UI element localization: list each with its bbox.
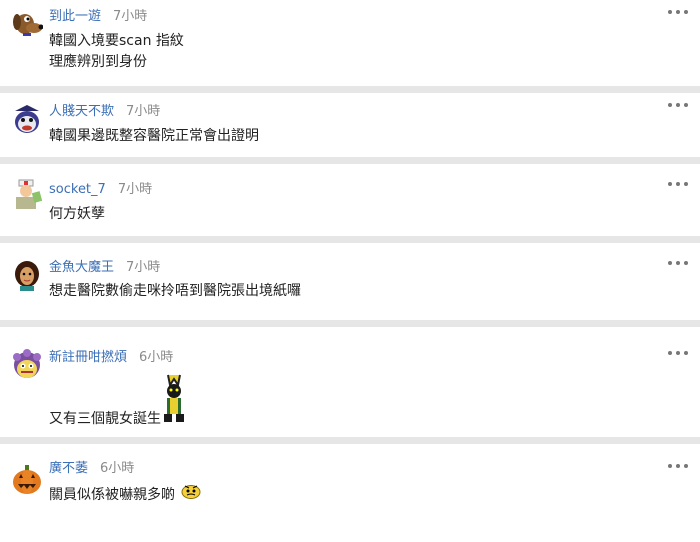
comment-text: 又有三個靚女誕生 [49,373,187,430]
comment-item: 金魚大魔王 7小時 想走醫院數偷走咪拎唔到醫院張出境紙囉 [0,243,700,320]
comment-text: 韓國入境要scan 指紋 理應辨別到身份 [49,31,184,73]
timestamp: 7小時 [113,9,148,24]
username-link[interactable]: 新註冊咁撚煩 [49,350,127,365]
separator [0,320,700,327]
dog-avatar-icon[interactable] [11,8,44,40]
fuzzy-monster-avatar-icon[interactable] [11,349,43,381]
comment-line: 又有三個靚女誕生 [49,411,161,427]
comment-line: 何方妖孽 [49,206,105,222]
username-link[interactable]: socket_7 [49,182,106,197]
username-link[interactable]: 人賤天不欺 [49,104,114,119]
comment-meta: 新註冊咁撚煩 6小時 [49,349,173,367]
comment-line: 關員似係被嚇親多啲 [49,487,175,503]
comment-item: socket_7 7小時 何方妖孽 [0,164,700,236]
comment-item: 新註冊咁撚煩 6小時 又有三個靚女誕生 [0,327,700,437]
comment-text: 何方妖孽 [49,204,105,225]
username-link[interactable]: 到此一遊 [49,9,101,24]
timestamp: 6小時 [100,461,135,476]
comment-line: 想走醫院數偷走咪拎唔到醫院張出境紙囉 [49,283,301,299]
more-options-icon[interactable] [668,103,688,111]
more-options-icon[interactable] [668,464,688,472]
separator [0,86,700,93]
comment-feed: 到此一遊 7小時 韓國入境要scan 指紋 理應辨別到身份 人賤天不欺 7小時 韓國… [0,0,700,542]
timestamp: 7小時 [126,260,161,275]
username-link[interactable]: 金魚大魔王 [49,260,114,275]
more-options-icon[interactable] [668,182,688,190]
comment-meta: 到此一遊 7小時 [49,8,147,26]
comment-meta: 廣不萎 6小時 [49,460,134,478]
comment-text: 想走醫院數偷走咪拎唔到醫院張出境紙囉 [49,281,301,302]
comment-item: 廣不萎 6小時 關員似係被嚇親多啲 [0,444,700,542]
comment-line: 理應辨別到身份 [49,54,147,70]
more-options-icon[interactable] [668,10,688,18]
comment-text: 關員似係被嚇親多啲 [49,483,201,506]
comment-line: 韓國果邊既整容醫院正常會出證明 [49,128,259,144]
timestamp: 7小時 [117,182,153,197]
more-options-icon[interactable] [668,351,688,359]
more-options-icon[interactable] [668,261,688,269]
separator [0,236,700,243]
timestamp: 6小時 [139,350,174,365]
doctor-avatar-icon[interactable] [11,178,43,210]
comment-item: 到此一遊 7小時 韓國入境要scan 指紋 理應辨別到身份 [0,0,700,86]
comment-line: 韓國入境要scan 指紋 [49,33,184,49]
princess-avatar-icon[interactable] [11,259,43,291]
pumpkin-avatar-icon[interactable] [11,464,43,496]
timestamp: 7小時 [126,104,161,119]
comment-item: 人賤天不欺 7小時 韓國果邊既整容醫院正常會出證明 [0,93,700,157]
username-link[interactable]: 廣不萎 [49,461,88,476]
separator [0,157,700,164]
jester-sticker-icon [161,373,187,430]
clown-avatar-icon[interactable] [11,103,43,135]
comment-meta: socket_7 7小時 [49,181,152,199]
scared-face-emoji-icon [181,483,201,506]
separator [0,437,700,444]
comment-text: 韓國果邊既整容醫院正常會出證明 [49,126,259,147]
comment-meta: 金魚大魔王 7小時 [49,259,160,277]
comment-meta: 人賤天不欺 7小時 [49,103,160,121]
